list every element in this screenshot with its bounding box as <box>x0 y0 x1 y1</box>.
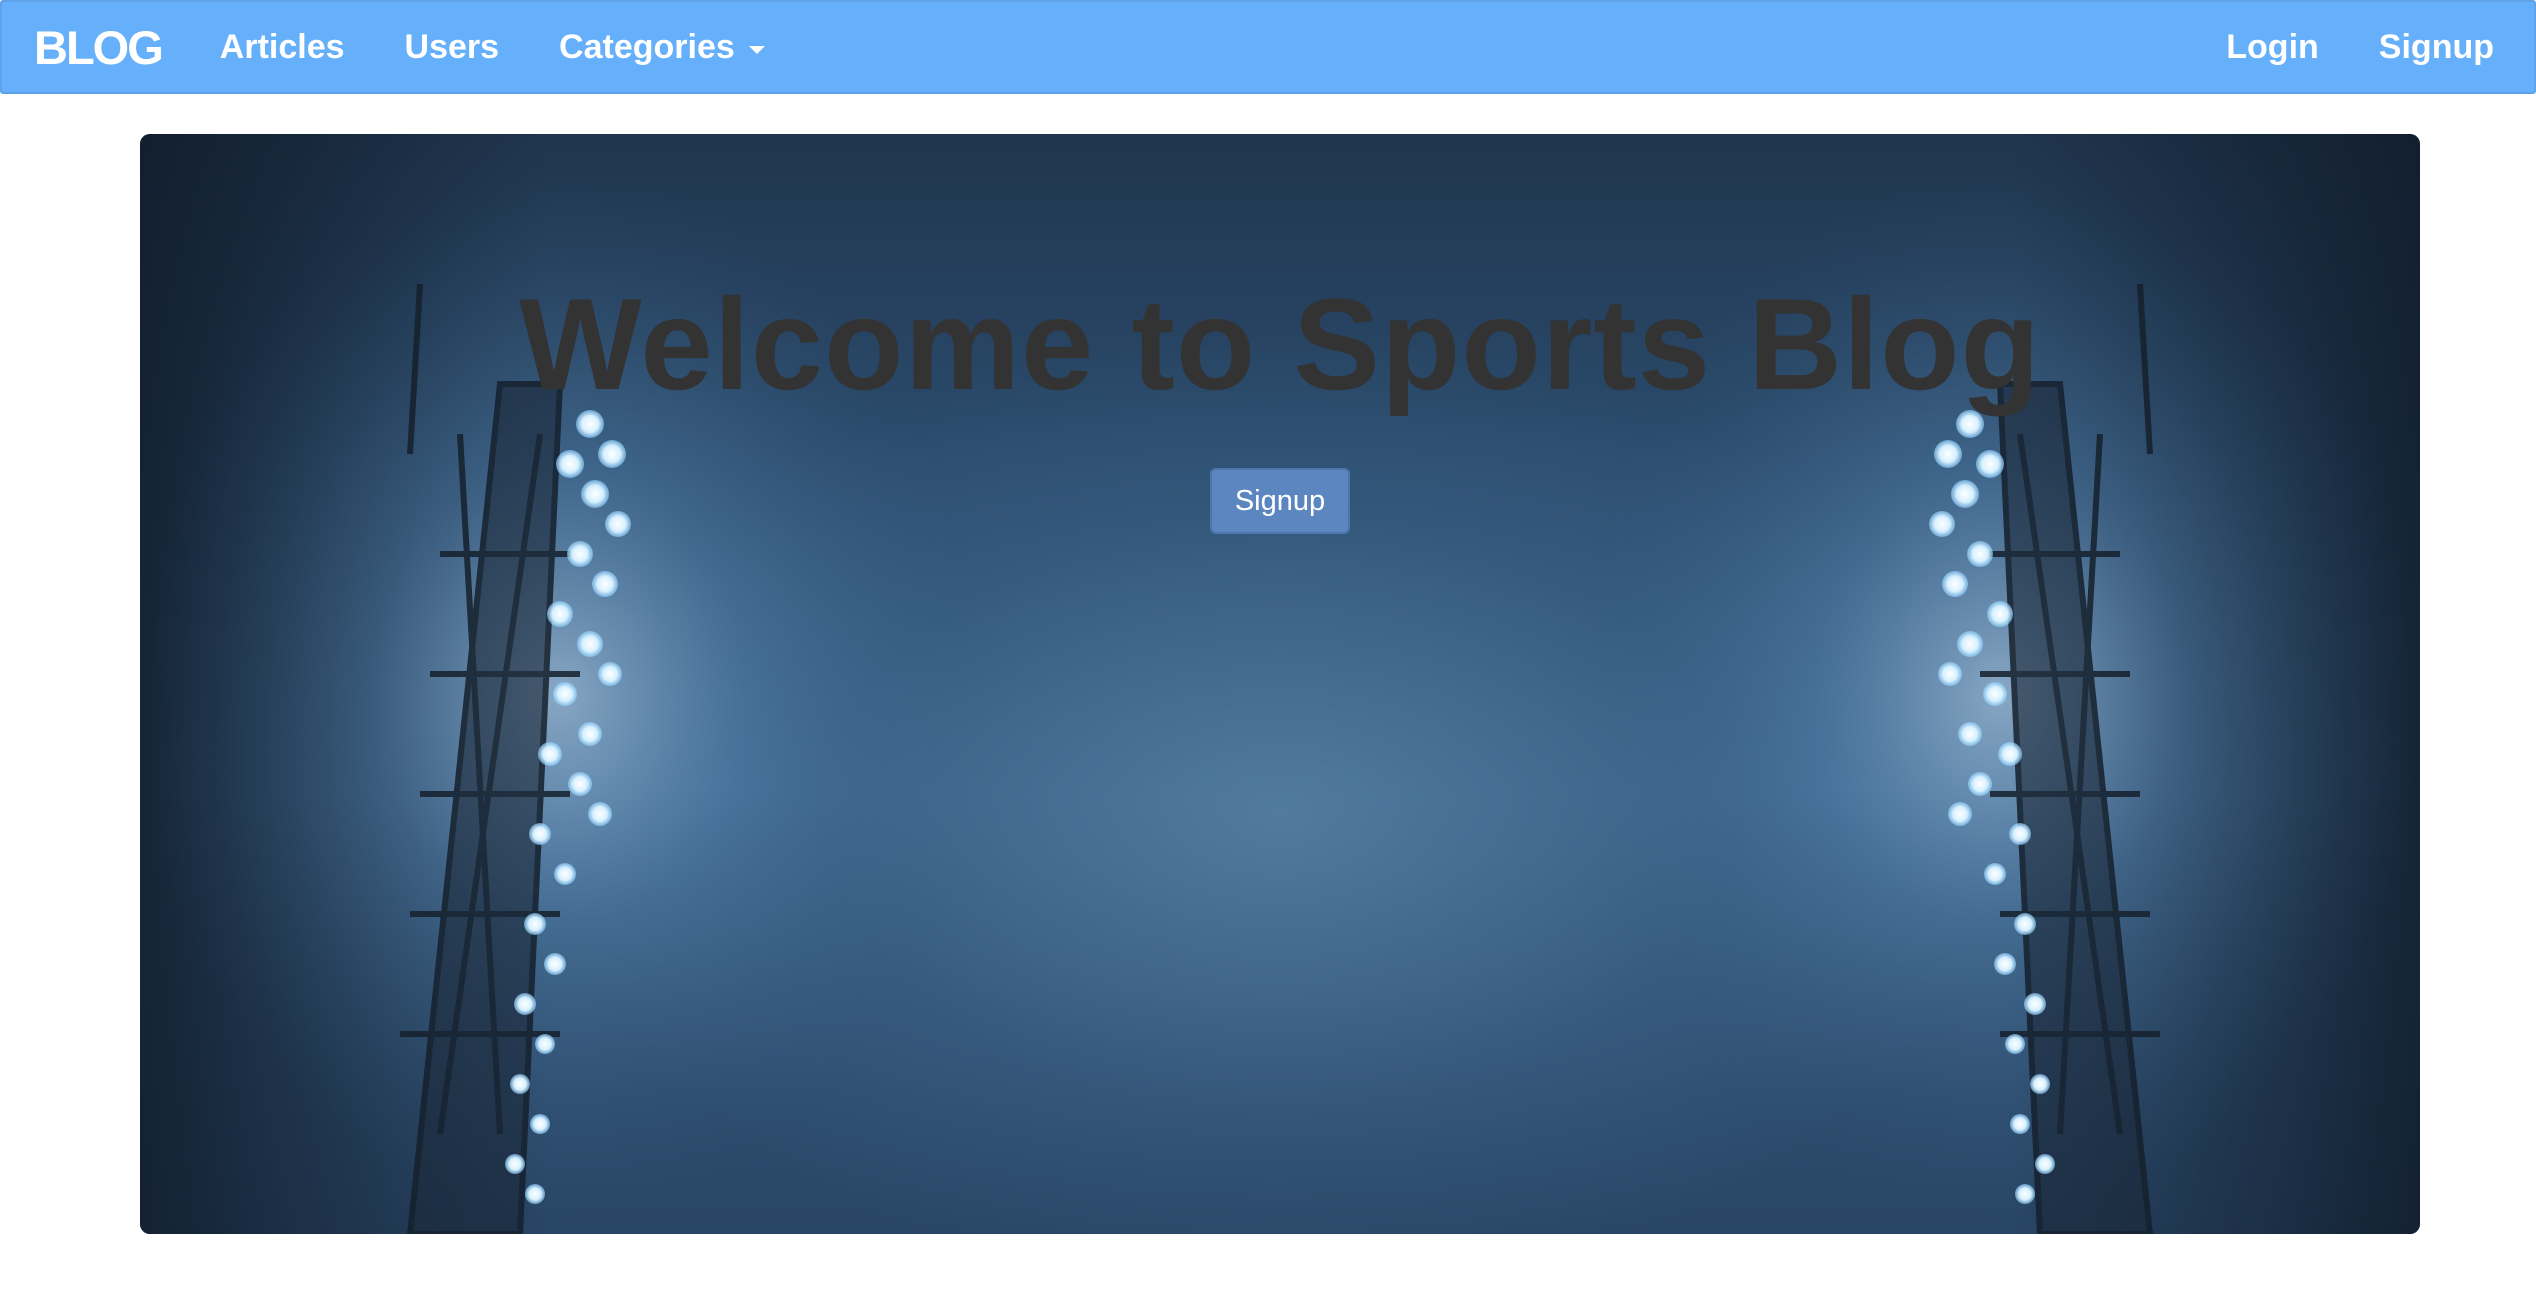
navbar-right: Login Signup <box>2196 2 2534 92</box>
nav-signup-link[interactable]: Signup <box>2349 2 2534 92</box>
nav-users-link[interactable]: Users <box>375 2 530 92</box>
hero-jumbotron: Welcome to Sports Blog Signup <box>140 134 2420 1234</box>
hero-signup-button[interactable]: Signup <box>1210 468 1350 534</box>
nav-login-link[interactable]: Login <box>2196 2 2349 92</box>
navbar-left: BLOG Articles Users Categories <box>2 2 795 92</box>
hero-title: Welcome to Sports Blog <box>519 271 2041 417</box>
caret-down-icon <box>748 46 765 54</box>
nav-articles-link[interactable]: Articles <box>190 2 375 92</box>
brand-logo[interactable]: BLOG <box>34 20 164 75</box>
nav-categories-label: Categories <box>559 27 735 66</box>
nav-categories-dropdown[interactable]: Categories <box>529 2 795 92</box>
top-navbar: BLOG Articles Users Categories Login Sig… <box>0 0 2536 94</box>
